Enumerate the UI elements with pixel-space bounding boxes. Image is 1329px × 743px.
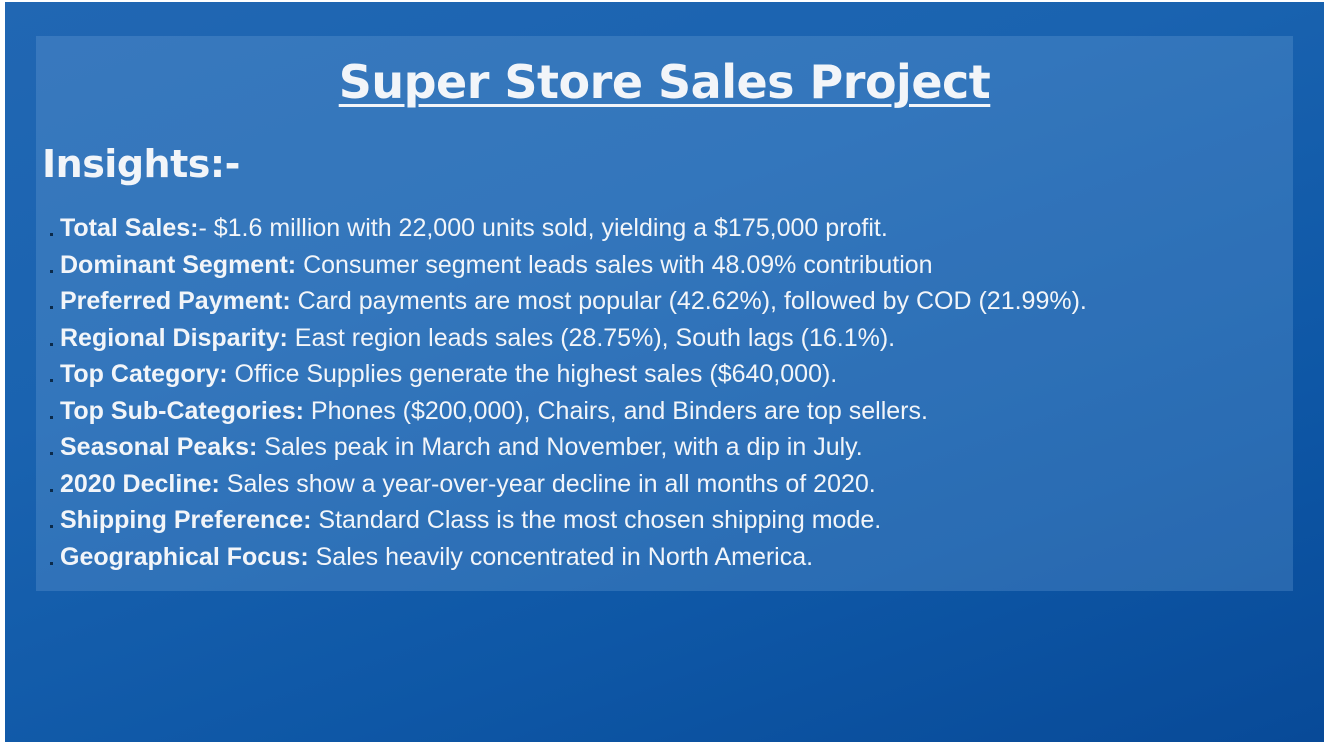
insight-label: Geographical Focus: bbox=[60, 542, 309, 571]
insight-item: Shipping Preference: Standard Class is t… bbox=[50, 502, 1087, 539]
insight-label: Dominant Segment: bbox=[60, 250, 297, 279]
insight-item: Geographical Focus: Sales heavily concen… bbox=[50, 539, 1087, 576]
insight-text: Phones ($200,000), Chairs, and Binders a… bbox=[303, 396, 928, 425]
bullet-icon bbox=[50, 269, 53, 273]
insight-label: Regional Disparity: bbox=[60, 323, 288, 352]
insight-item: Dominant Segment: Consumer segment leads… bbox=[50, 247, 1087, 284]
insight-text: East region leads sales (28.75%), South … bbox=[287, 323, 896, 352]
report-canvas: Super Store Sales Project Insights:- Tot… bbox=[5, 2, 1324, 742]
bullet-icon bbox=[50, 233, 53, 236]
insight-label: Preferred Payment: bbox=[60, 287, 291, 315]
insight-label: Total Sales: bbox=[60, 214, 199, 242]
insight-text: Consumer segment leads sales with 48.09%… bbox=[296, 250, 933, 279]
page-title: Super Store Sales Project bbox=[338, 55, 991, 109]
insight-text: Sales heavily concentrated in North Amer… bbox=[308, 542, 814, 571]
bullet-icon bbox=[50, 415, 53, 419]
bullet-icon bbox=[50, 525, 53, 528]
insight-text: Office Supplies generate the highest sal… bbox=[227, 360, 838, 388]
bullet-icon bbox=[50, 306, 53, 309]
insight-item: Seasonal Peaks: Sales peak in March and … bbox=[50, 429, 1087, 466]
bullet-icon bbox=[50, 452, 53, 455]
bullet-icon bbox=[50, 488, 53, 492]
insights-panel: Super Store Sales Project Insights:- Tot… bbox=[36, 36, 1293, 591]
insight-item: Top Category: Office Supplies generate t… bbox=[50, 356, 1087, 393]
insight-item: Preferred Payment: Card payments are mos… bbox=[50, 283, 1087, 320]
insights-list: Total Sales:- $1.6 million with 22,000 u… bbox=[50, 210, 1087, 575]
insight-label: Seasonal Peaks: bbox=[60, 433, 258, 461]
insight-label: Shipping Preference: bbox=[60, 506, 312, 534]
insight-text: Sales peak in March and November, with a… bbox=[257, 433, 863, 461]
insight-label: Top Sub-Categories: bbox=[60, 396, 304, 425]
insight-item: 2020 Decline: Sales show a year-over-yea… bbox=[50, 466, 1087, 503]
insight-text: Standard Class is the most chosen shippi… bbox=[311, 506, 882, 534]
insight-label: 2020 Decline: bbox=[60, 469, 220, 498]
insight-item: Regional Disparity: East region leads sa… bbox=[50, 320, 1087, 357]
insights-heading: Insights:- bbox=[42, 142, 240, 186]
insight-item: Total Sales:- $1.6 million with 22,000 u… bbox=[50, 210, 1087, 247]
insight-text: - $1.6 million with 22,000 units sold, y… bbox=[198, 214, 888, 242]
bullet-icon bbox=[50, 379, 53, 382]
insight-item: Top Sub-Categories: Phones ($200,000), C… bbox=[50, 393, 1087, 430]
bullet-icon bbox=[50, 561, 53, 565]
insight-text: Sales show a year-over-year decline in a… bbox=[219, 469, 876, 498]
insight-label: Top Category: bbox=[60, 360, 228, 388]
bullet-icon bbox=[50, 342, 53, 346]
insight-text: Card payments are most popular (42.62%),… bbox=[290, 287, 1087, 315]
